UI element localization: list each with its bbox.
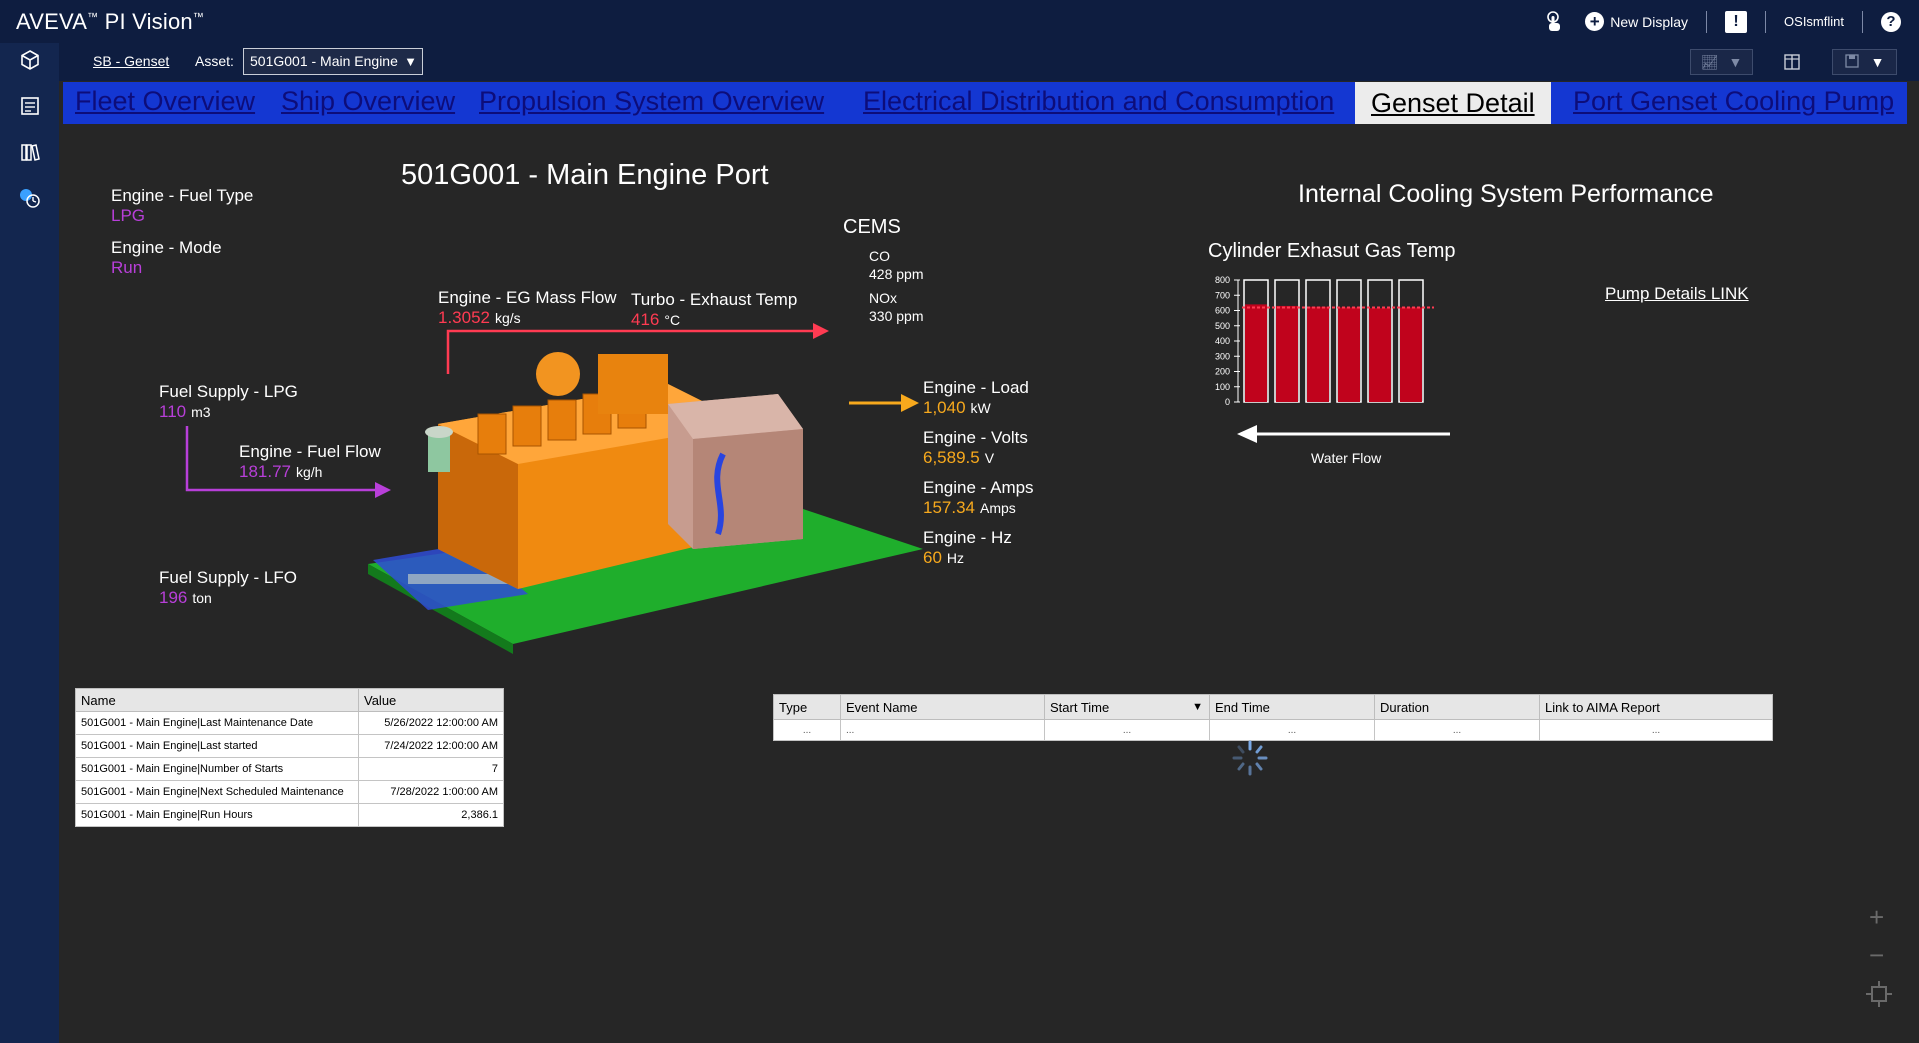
- y-tick-label: 200: [1215, 367, 1230, 377]
- cylinder-bar[interactable]: [1400, 307, 1422, 402]
- y-tick-label: 400: [1215, 336, 1230, 346]
- loading-spinner-icon: [1232, 740, 1268, 776]
- events-table: Type Event Name Start Time ▼ End Time Dur…: [773, 694, 1773, 741]
- table-row[interactable]: 501G001 - Main Engine|Number of Starts 7: [75, 757, 504, 781]
- cylinder-bar[interactable]: [1338, 307, 1360, 402]
- asset-value: 501G001 - Main Engine: [250, 53, 398, 69]
- col-type[interactable]: Type: [773, 694, 841, 720]
- sort-desc-icon: ▼: [1192, 701, 1203, 713]
- y-tick-label: 700: [1215, 290, 1230, 300]
- left-sidebar: [0, 43, 59, 1043]
- cylinder-bar[interactable]: [1369, 308, 1391, 402]
- save-icon: [1844, 53, 1859, 71]
- table-row[interactable]: ... ... ... ... ... ...: [773, 719, 1773, 741]
- display-canvas: 501G001 - Main Engine Port Engine - Fuel…: [63, 124, 1919, 1043]
- cube-icon[interactable]: [18, 49, 42, 73]
- help-icon[interactable]: ?: [1881, 11, 1901, 32]
- product-name: PI Vision: [104, 9, 193, 34]
- app-brand: AVEVA™ PI Vision™: [16, 9, 205, 34]
- col-aima-link[interactable]: Link to AIMA Report: [1539, 694, 1773, 720]
- tab-port-genset-cooling-pump[interactable]: Port Genset Cooling Pump: [1573, 86, 1894, 117]
- trend-button[interactable]: 📈︎ ▼: [1690, 49, 1753, 75]
- touch-icon[interactable]: [1545, 10, 1563, 33]
- fit-screen-icon[interactable]: [1865, 980, 1893, 1015]
- cylinder-temp-chart: 0 100 200 300 400 500 600 700 800: [1215, 275, 1434, 407]
- tab-propulsion-system-overview[interactable]: Propulsion System Overview: [479, 86, 824, 117]
- cylinder-temp-title: Cylinder Exhasut Gas Temp: [1208, 240, 1456, 262]
- chevron-down-icon: ▼: [1870, 54, 1885, 70]
- chevron-down-icon: ▼: [1728, 54, 1743, 70]
- zoom-out-icon[interactable]: −: [1869, 940, 1884, 971]
- brand-name: AVEVA: [16, 9, 88, 34]
- new-display-label: New Display: [1610, 13, 1689, 30]
- table-row[interactable]: 501G001 - Main Engine|Last started 7/24/2…: [75, 734, 504, 758]
- user-name[interactable]: OSIsmflint: [1784, 14, 1844, 29]
- trend-icon: 📈︎: [1700, 53, 1719, 70]
- tab-fleet-overview[interactable]: Fleet Overview: [75, 86, 255, 117]
- asset-dropdown[interactable]: 501G001 - Main Engine ▼: [243, 48, 423, 75]
- alert-icon[interactable]: !: [1725, 10, 1748, 33]
- chevron-down-icon: ▼: [404, 54, 417, 69]
- plus-icon: +: [1585, 12, 1605, 31]
- zoom-in-icon[interactable]: +: [1869, 902, 1884, 933]
- y-tick-label: 0: [1225, 397, 1230, 407]
- col-end-time[interactable]: End Time: [1209, 694, 1375, 720]
- cylinder-bar[interactable]: [1245, 304, 1267, 402]
- events-icon[interactable]: [18, 187, 42, 211]
- library-icon[interactable]: [18, 141, 42, 165]
- y-tick-label: 300: [1215, 351, 1230, 361]
- y-tick-label: 100: [1215, 382, 1230, 392]
- col-duration[interactable]: Duration: [1374, 694, 1540, 720]
- cooling-system-title: Internal Cooling System Performance: [1298, 180, 1714, 208]
- y-tick-label: 800: [1215, 275, 1230, 285]
- engine-illustration: [368, 352, 923, 654]
- water-flow-arrow: [1237, 425, 1450, 443]
- top-header: AVEVA™ PI Vision™ + New Display ! OSIsmf…: [0, 0, 1919, 43]
- display-nav-tabs: Fleet Overview Ship Overview Propulsion …: [63, 82, 1907, 124]
- table-row[interactable]: 501G001 - Main Engine|Next Scheduled Mai…: [75, 780, 504, 804]
- attributes-table: Name Value 501G001 - Main Engine|Last Ma…: [75, 688, 504, 827]
- water-flow-label: Water Flow: [1311, 450, 1382, 466]
- table-row[interactable]: 501G001 - Main Engine|Last Maintenance D…: [75, 711, 504, 735]
- pump-details-link[interactable]: Pump Details LINK: [1605, 284, 1749, 304]
- asset-label: Asset:: [195, 53, 234, 69]
- col-event-name[interactable]: Event Name: [840, 694, 1045, 720]
- col-name[interactable]: Name: [75, 688, 359, 712]
- save-button[interactable]: ▼: [1832, 49, 1897, 75]
- tab-ship-overview[interactable]: Ship Overview: [281, 86, 455, 117]
- list-icon[interactable]: [18, 95, 42, 119]
- col-start-time[interactable]: Start Time ▼: [1044, 694, 1210, 720]
- cylinder-bar[interactable]: [1307, 306, 1329, 402]
- cylinder-bar[interactable]: [1276, 305, 1298, 402]
- new-display-button[interactable]: + New Display: [1585, 12, 1688, 31]
- y-tick-label: 500: [1215, 321, 1230, 331]
- display-toolbar: SB - Genset Asset: 501G001 - Main Engine…: [59, 43, 1919, 81]
- y-tick-label: 600: [1215, 306, 1230, 316]
- tab-electrical-distribution[interactable]: Electrical Distribution and Consumption: [863, 86, 1334, 117]
- columns-icon[interactable]: [1777, 49, 1807, 75]
- table-row[interactable]: 501G001 - Main Engine|Run Hours 2,386.1: [75, 803, 504, 827]
- breadcrumb[interactable]: SB - Genset: [93, 53, 169, 69]
- tab-genset-detail[interactable]: Genset Detail: [1355, 82, 1551, 124]
- col-value[interactable]: Value: [358, 688, 504, 712]
